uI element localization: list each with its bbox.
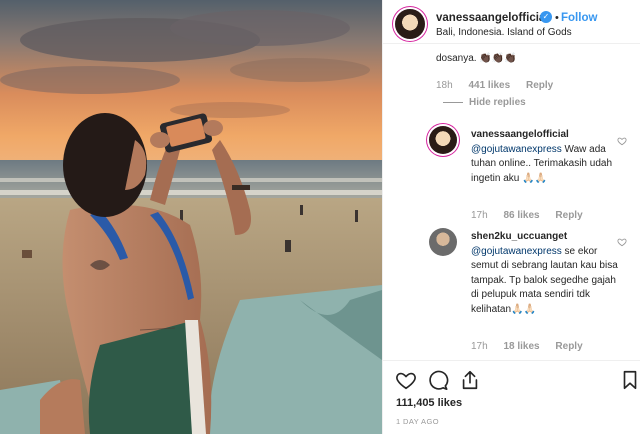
hide-replies-button[interactable]: Hide replies bbox=[443, 97, 526, 108]
verified-badge-icon: ✓ bbox=[540, 11, 552, 23]
reply-likes[interactable]: 86 likes bbox=[503, 210, 539, 221]
author-username[interactable]: vanessaangelofficial bbox=[436, 12, 549, 24]
reply-reply-button[interactable]: Reply bbox=[555, 210, 582, 221]
post-actions-bar: 111,405 likes 1 DAY AGO bbox=[383, 360, 640, 434]
reply-username[interactable]: shen2ku_uccuanget bbox=[471, 231, 567, 242]
post-date[interactable]: 1 DAY AGO bbox=[396, 417, 439, 426]
post-header: vanessaangelofficial ✓ • Follow Bali, In… bbox=[383, 0, 640, 44]
reply-likes[interactable]: 18 likes bbox=[503, 341, 539, 352]
post-location[interactable]: Bali, Indonesia. Island of Gods bbox=[436, 27, 572, 38]
reply-avatar[interactable] bbox=[429, 126, 457, 154]
heart-icon[interactable] bbox=[617, 237, 627, 247]
header-separator: • bbox=[555, 12, 559, 24]
comment-icon[interactable] bbox=[427, 369, 449, 391]
comments-list[interactable]: dosanya. 👏🏿👏🏿👏🏿 18h 441 likes Reply Hide… bbox=[383, 44, 640, 360]
heart-icon[interactable] bbox=[395, 369, 417, 391]
comment-partial-text: dosanya. 👏🏿👏🏿👏🏿 bbox=[436, 53, 517, 64]
likes-count[interactable]: 111,405 likes bbox=[396, 397, 462, 409]
reply-time: 17h bbox=[471, 341, 488, 352]
reply-reply-button[interactable]: Reply bbox=[555, 341, 582, 352]
post-photo bbox=[0, 0, 382, 434]
reply-comment-text: shen2ku_uccuanget @gojutawanexpress se e… bbox=[471, 230, 621, 317]
comment-meta: 18h 441 likes Reply bbox=[436, 80, 566, 91]
reply-avatar[interactable] bbox=[429, 228, 457, 256]
reply-mention[interactable]: @gojutawanexpress bbox=[471, 246, 562, 257]
follow-button[interactable]: Follow bbox=[561, 12, 597, 24]
comment-likes[interactable]: 441 likes bbox=[468, 80, 510, 91]
bookmark-icon[interactable] bbox=[619, 369, 640, 391]
reply-username[interactable]: vanessaangelofficial bbox=[471, 129, 569, 140]
post-sidebar: vanessaangelofficial ✓ • Follow Bali, In… bbox=[382, 0, 640, 434]
comment-reply-button[interactable]: Reply bbox=[526, 80, 553, 91]
reply-meta: 17h 86 likes Reply bbox=[471, 210, 596, 221]
hide-replies-label[interactable]: Hide replies bbox=[469, 97, 526, 108]
author-avatar[interactable] bbox=[395, 9, 425, 39]
hide-replies-line bbox=[443, 101, 463, 103]
reply-comment-text: vanessaangelofficial @gojutawanexpress W… bbox=[471, 128, 621, 186]
reply-time: 17h bbox=[471, 210, 488, 221]
heart-icon[interactable] bbox=[617, 136, 627, 146]
beach-photo-image bbox=[0, 0, 382, 434]
comment-time: 18h bbox=[436, 80, 453, 91]
reply-meta: 17h 18 likes Reply bbox=[471, 341, 596, 352]
reply-mention[interactable]: @gojutawanexpress bbox=[471, 144, 562, 155]
share-icon[interactable] bbox=[459, 369, 481, 391]
